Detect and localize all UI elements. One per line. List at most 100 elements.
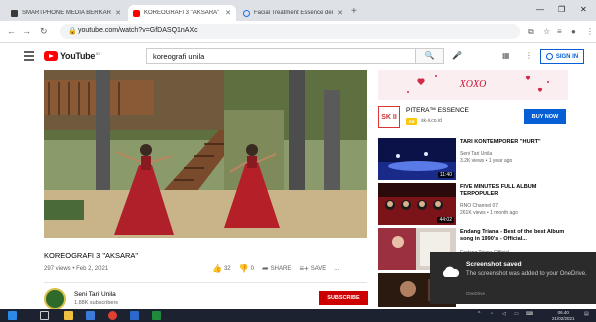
video-frame: [44, 70, 367, 238]
loading-favicon-icon: [243, 9, 250, 17]
ad-name: PITERA™ ESSENCE: [406, 107, 469, 114]
settings-more-icon[interactable]: ⋮: [525, 51, 533, 60]
more-actions-button[interactable]: ...: [334, 266, 339, 272]
reload-icon[interactable]: ↻: [40, 26, 48, 37]
thumbs-down-icon: 👎: [238, 264, 249, 273]
thumbs-up-icon: 👍: [212, 264, 222, 273]
close-tab-icon[interactable]: ✕: [225, 9, 231, 17]
video-actions: 👍 32 👎 0 ➦ SHARE ≡+ SAVE ...: [212, 264, 339, 273]
buy-now-button[interactable]: BUY NOW: [524, 109, 566, 124]
network-icon[interactable]: ◔: [490, 311, 493, 317]
tray-chevron-icon[interactable]: ^: [478, 311, 480, 317]
new-tab-button[interactable]: +: [351, 6, 357, 17]
recommendation-channel: Seni Tari Unila: [460, 151, 493, 157]
minimize-icon[interactable]: —: [536, 5, 544, 14]
recommendation-stats: 261K views • 1 month ago: [460, 210, 518, 216]
profile-icon[interactable]: ●: [571, 27, 576, 36]
video-duration: 44:02: [437, 217, 454, 223]
ad-domain: sk-ii.co.id: [421, 118, 442, 124]
edge-icon[interactable]: [130, 311, 139, 320]
ad-row[interactable]: SK II PITERA™ ESSENCE Ad sk-ii.co.id BUY…: [378, 102, 568, 132]
ad-tag: Ad: [406, 118, 417, 125]
share-label: SHARE: [270, 265, 292, 272]
forward-icon[interactable]: →: [22, 26, 31, 36]
clock-date: 21/02/2021: [552, 315, 575, 321]
hamburger-menu-icon[interactable]: [24, 51, 34, 63]
ad-logo: SK II: [378, 106, 400, 128]
mail-icon[interactable]: [86, 311, 95, 320]
dislike-count: 0: [250, 265, 254, 272]
reading-list-icon[interactable]: ≡: [557, 27, 562, 36]
chrome-icon[interactable]: [108, 311, 117, 320]
close-tab-icon[interactable]: ✕: [115, 9, 121, 17]
recommendation-thumbnail: 11:40: [378, 138, 456, 180]
channel-name[interactable]: Seni Tari Unila: [74, 291, 116, 298]
file-explorer-icon[interactable]: [64, 311, 73, 320]
close-window-icon[interactable]: ✕: [580, 5, 587, 14]
channel-avatar[interactable]: [44, 288, 66, 310]
recommendation-title: FIVE MINUTES FULL ALBUM TERPOPULER: [460, 184, 537, 197]
list-item[interactable]: 44:02 FIVE MINUTES FULL ALBUM TERPOPULER…: [378, 183, 568, 225]
keyboard-icon[interactable]: ⌨: [526, 311, 533, 317]
sign-in-button[interactable]: SIGN IN: [540, 49, 584, 64]
youtube-header: YouTube ID koreografi unila 🔍 🎤 ▦ ⋮ SIGN…: [0, 43, 596, 70]
battery-icon[interactable]: ▭: [514, 311, 519, 317]
close-tab-icon[interactable]: ✕: [337, 9, 343, 17]
video-meta: 297 views • Feb 2, 2021: [44, 266, 109, 272]
channel-subscriber-count: 1.88K subscribers: [74, 300, 119, 306]
youtube-logo[interactable]: YouTube ID: [44, 51, 100, 61]
divider: [44, 282, 367, 283]
like-button[interactable]: 👍 32: [212, 264, 231, 273]
install-icon[interactable]: ⧉: [528, 27, 534, 37]
share-icon: ➦: [261, 264, 269, 273]
cloud-icon: [442, 266, 460, 277]
recommendation-title: TARI KONTEMPORER "HURT": [460, 139, 541, 145]
windows-start-icon[interactable]: [8, 311, 17, 320]
recommendation-channel: RNO Channel 07: [460, 203, 499, 209]
search-query-text: koreografi unila: [153, 52, 205, 61]
account-icon: [545, 53, 553, 60]
list-item[interactable]: 11:40 TARI KONTEMPORER "HURT" Seni Tari …: [378, 138, 568, 180]
video-duration: 11:40: [437, 172, 454, 178]
browser-menu-icon[interactable]: ⋮: [586, 27, 594, 36]
excel-icon[interactable]: [152, 311, 161, 320]
save-button[interactable]: ≡+ SAVE: [299, 264, 326, 273]
recommendation-title: Endang Triana - Best of the best Album s…: [460, 229, 565, 242]
toast-title: Screenshot saved: [466, 261, 522, 268]
video-player[interactable]: [44, 70, 367, 238]
bookmark-star-icon[interactable]: ☆: [543, 27, 550, 36]
ad-banner[interactable]: XOXO: [378, 70, 568, 100]
share-button[interactable]: ➦ SHARE: [262, 264, 291, 273]
tab-title: KOREOGRAFI 3 "AKSARA": [144, 10, 220, 16]
maximize-icon[interactable]: ❐: [558, 5, 565, 14]
save-label: SAVE: [310, 265, 327, 272]
playlist-add-icon: ≡+: [299, 264, 309, 273]
search-button[interactable]: 🔍: [416, 48, 444, 64]
system-clock[interactable]: 06.40 21/02/2021: [552, 310, 575, 321]
sign-in-label: SIGN IN: [555, 53, 579, 60]
tab-smartphone-media[interactable]: SMARTPHONE MEDIA BERKARYA ✕: [6, 5, 126, 21]
browser-tab-strip: SMARTPHONE MEDIA BERKARYA ✕ KOREOGRAFI 3…: [0, 0, 596, 21]
tab-facial-treatment[interactable]: Facial Treatment Essence dengu ✕: [238, 5, 348, 21]
dislike-button[interactable]: 👎 0: [239, 264, 254, 273]
search-icon: 🔍: [424, 51, 435, 60]
tab-koreografi[interactable]: KOREOGRAFI 3 "AKSARA" ✕: [128, 5, 236, 21]
search-input[interactable]: koreografi unila: [146, 48, 416, 64]
volume-icon[interactable]: ◁: [502, 311, 506, 317]
back-icon[interactable]: ←: [7, 26, 16, 36]
ad-banner-text: XOXO: [459, 79, 487, 90]
microphone-icon[interactable]: 🎤: [452, 51, 462, 60]
apps-grid-icon[interactable]: ▦: [502, 51, 510, 60]
video-title: KOREOGRAFI 3 "AKSARA": [44, 251, 139, 260]
lock-icon: 🔒: [68, 28, 77, 35]
toast-body: The screenshot was added to your OneDriv…: [466, 271, 587, 277]
notification-toast[interactable]: Screenshot saved The screenshot was adde…: [430, 252, 596, 304]
notifications-icon[interactable]: ▤: [584, 311, 589, 317]
subscribe-button[interactable]: SUBSCRIBE: [319, 291, 368, 305]
tab-title: Facial Treatment Essence dengu: [254, 10, 334, 16]
youtube-favicon-icon: [133, 9, 140, 17]
task-view-icon[interactable]: [40, 311, 49, 320]
youtube-play-icon: [44, 51, 58, 61]
address-bar[interactable]: 🔒 youtube.com/watch?v=GfDASQ1nAXc: [60, 24, 520, 39]
taskbar: ^ ◔ ◁ ▭ ⌨ 06.40 21/02/2021 ▤: [0, 309, 596, 322]
